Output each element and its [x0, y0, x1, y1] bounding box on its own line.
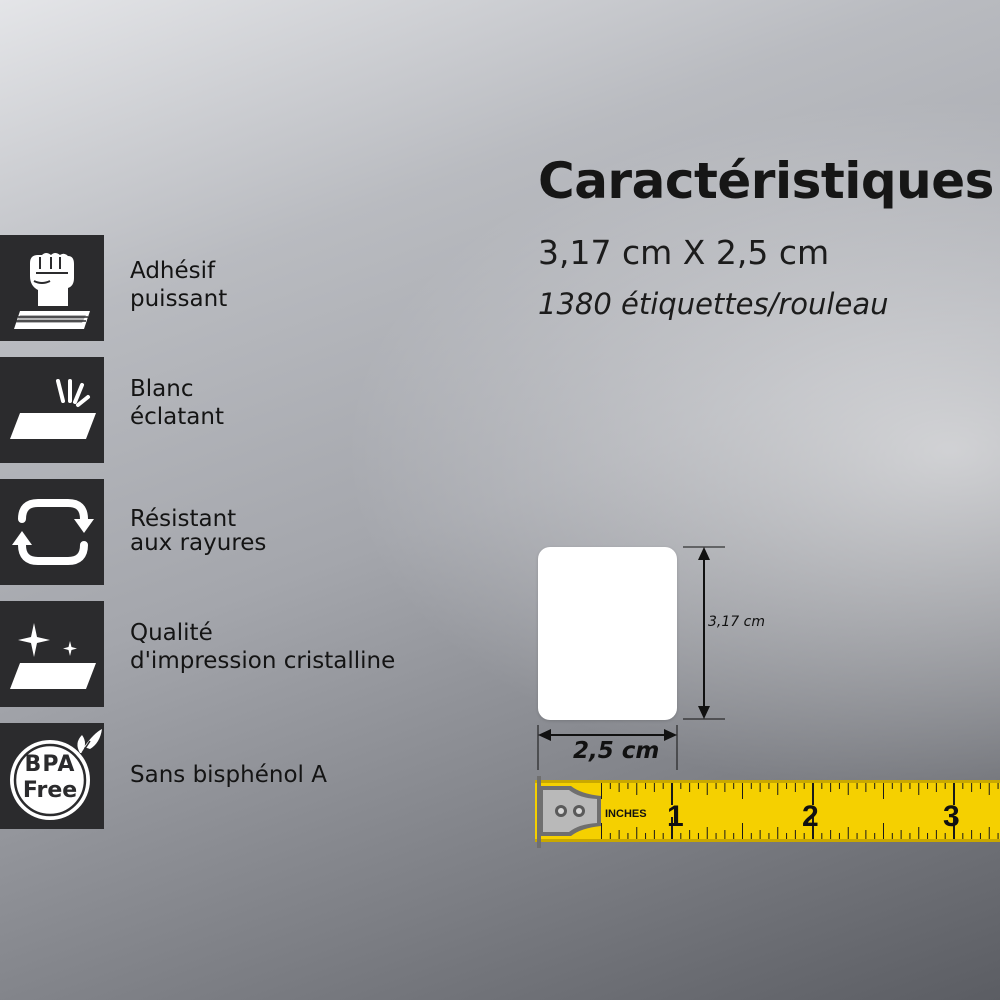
width-dimension-label: 2,5 cm: [573, 738, 660, 764]
height-dimension-label: 3,17 cm: [708, 614, 765, 630]
measuring-tape: INCHES 1 2 3: [535, 776, 1000, 848]
tape-unit-label: INCHES: [605, 808, 647, 820]
tape-number-1: 1: [667, 800, 684, 833]
tape-number-2: 2: [802, 800, 819, 833]
dimension-arrows: [537, 546, 725, 770]
tape-number-3: 3: [943, 800, 960, 833]
